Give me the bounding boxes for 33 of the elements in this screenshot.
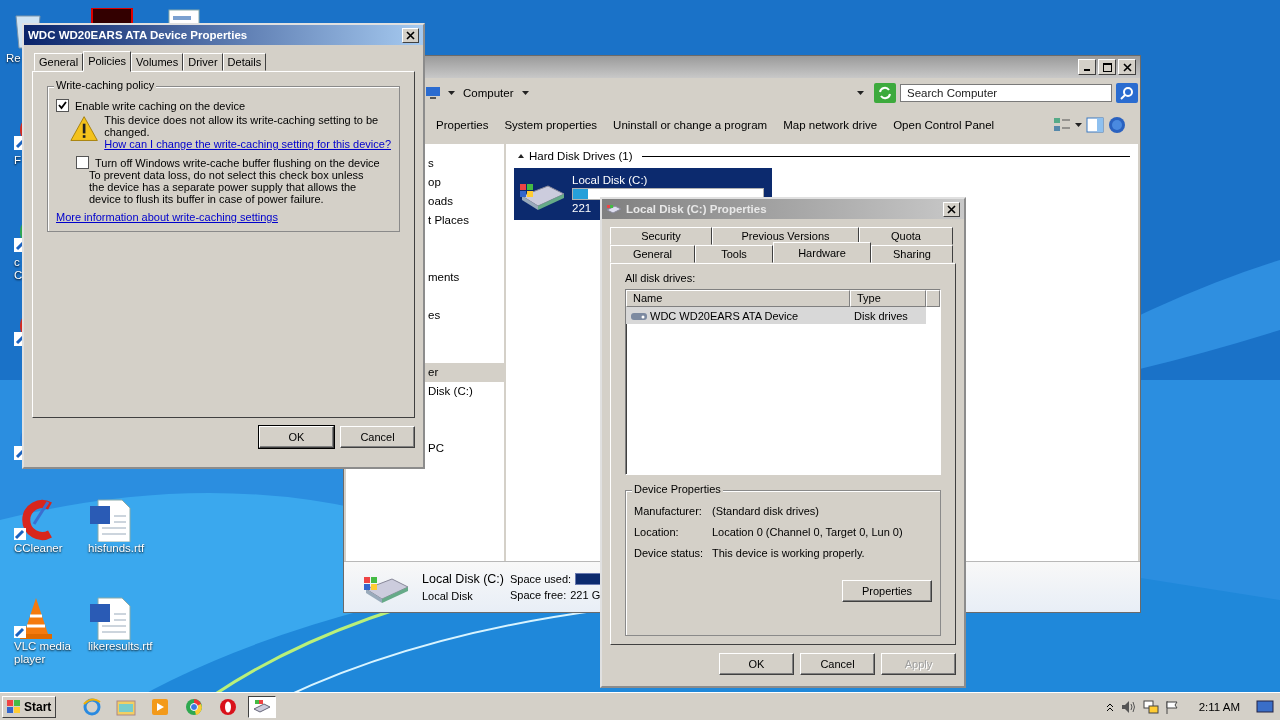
field-label: Space free: [509, 589, 567, 601]
group-label: Write-caching policy [54, 79, 157, 91]
drive-name: Local Disk (C:) [422, 572, 504, 586]
group-heading: Hard Disk Drives (1) [529, 150, 633, 162]
icon-label: CCleaner [14, 542, 63, 555]
field-value: This device is working properly. [712, 547, 865, 559]
warning-text: This device does not allow its write-caching setting to be changed. [104, 114, 380, 138]
group-label: Device Properties [632, 483, 723, 495]
icon-label: player [14, 653, 46, 666]
icon-label: c [14, 256, 20, 269]
icon-label: C [14, 269, 23, 282]
free-space: 221 [572, 202, 592, 214]
field-value: (Standard disk drives) [712, 505, 819, 517]
icon-label: F [14, 154, 22, 167]
icon-label: hisfunds.rtf [88, 542, 145, 555]
drive-type: Local Disk [422, 590, 474, 602]
icon-label: Re [6, 52, 21, 65]
field-value: 221 G [570, 589, 601, 601]
field-value: Location 0 (Channel 0, Target 0, Lun 0) [712, 526, 903, 538]
list-label: All disk drives: [625, 272, 697, 284]
window-title: Local Disk (C:) Properties [626, 203, 768, 215]
window-title: WDC WD20EARS ATA Device Properties [28, 29, 249, 41]
field-label: Location: [634, 526, 680, 538]
table-cell: WDC WD20EARS ATA Device [650, 309, 799, 322]
description-text: To prevent data loss, do not select this check box unless the device has a separate power supply that allows the device to flush its buffer in case of power failure. [89, 169, 365, 205]
address-text: Computer [463, 87, 514, 99]
drive-name: Local Disk (C:) [572, 174, 648, 186]
field-label: Space used: [509, 573, 572, 585]
field-label: Device status: [634, 547, 705, 559]
icon-label: VLC media [14, 640, 71, 653]
field-label: Manufacturer: [634, 505, 703, 517]
icon-label: likeresults.rtf [88, 640, 153, 653]
table-cell-text: Disk drives [853, 309, 909, 322]
